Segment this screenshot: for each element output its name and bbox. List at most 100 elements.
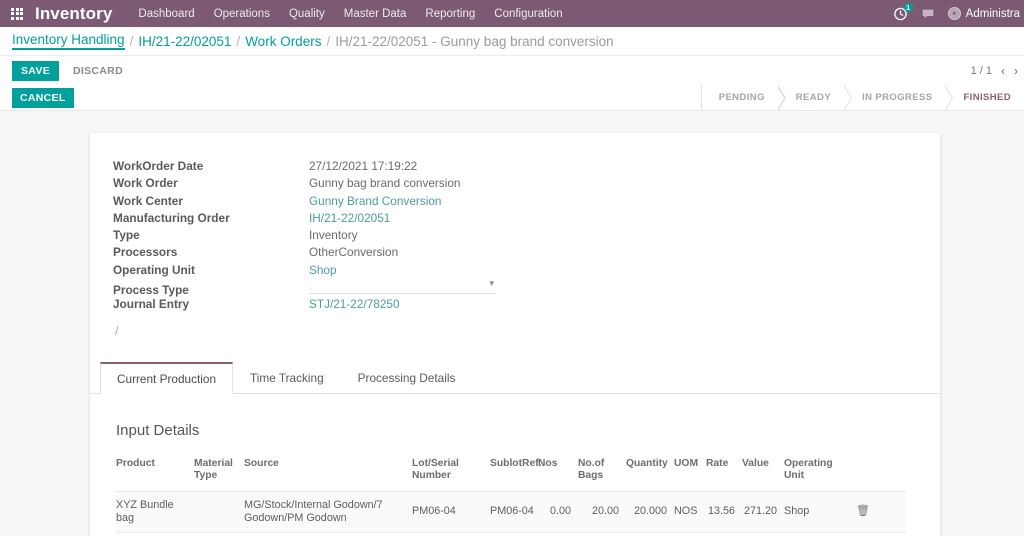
discard-button[interactable]: DISCARD [73, 65, 123, 77]
cell-source: MG/Stock/Internal Godown/7 Godown/PM God… [244, 491, 412, 533]
status-step-finished[interactable]: FINISHED [945, 85, 1024, 110]
user-name-label: Administra [965, 7, 1020, 20]
field-work-order: Work Order Gunny bag brand conversion [113, 176, 940, 193]
pager-count: 1 / 1 [970, 64, 992, 77]
chevron-right-icon[interactable]: › [1014, 65, 1018, 77]
user-avatar-icon: ● [947, 7, 961, 20]
field-label: Work Order [113, 176, 178, 191]
field-processors: Processors OtherConversion [113, 245, 940, 262]
field-journal-entry: Journal Entry STJ/21-22/78250 [113, 297, 940, 314]
status-row: CANCEL PENDING READY IN PROGRESS FINISHE… [0, 85, 1024, 111]
field-label: WorkOrder Date [113, 159, 204, 173]
field-label: Manufacturing Order [113, 210, 230, 225]
tab-time-tracking[interactable]: Time Tracking [233, 362, 341, 394]
field-label: Work Center [113, 193, 183, 208]
cancel-button[interactable]: CANCEL [12, 87, 74, 108]
sheet-area: WorkOrder Date 27/12/2021 17:19:22 Work … [0, 111, 1024, 536]
col-material-type: Material Type [194, 455, 244, 492]
menu-item-quality[interactable]: Quality [289, 8, 325, 20]
chat-bubble-icon[interactable] [921, 7, 935, 21]
cell-sublot-ref: PM06-04 [490, 491, 538, 533]
chevron-left-icon[interactable]: ‹ [1001, 65, 1005, 77]
cell-quantity: 20.000 [626, 491, 674, 533]
breadcrumb-item-work-orders[interactable]: Work Orders [245, 34, 321, 49]
field-label: Process Type [113, 283, 189, 298]
user-menu[interactable]: ● Administra [947, 7, 1020, 20]
col-product: Product [116, 455, 194, 492]
col-rate: Rate [706, 455, 742, 492]
breadcrumb-separator: / [129, 33, 134, 49]
field-label: Journal Entry [113, 297, 190, 312]
input-details-table: Product Material Type Source Lot/Serial … [116, 455, 906, 533]
record-pager: 1 / 1 ‹ › [971, 56, 1018, 85]
breadcrumb-separator: / [236, 33, 241, 49]
navbar-right-tools: 1 ● Administra [893, 0, 1020, 27]
clock-activity-icon[interactable]: 1 [893, 3, 913, 21]
field-value-link[interactable]: IH/21-22/02051 [309, 211, 390, 225]
apps-grid-icon[interactable] [11, 7, 23, 20]
field-value: OtherConversion [309, 245, 399, 260]
field-workorder-date: WorkOrder Date 27/12/2021 17:19:22 [113, 159, 940, 176]
record-form-sheet: WorkOrder Date 27/12/2021 17:19:22 Work … [90, 133, 940, 536]
col-lot-serial-number: Lot/Serial Number [412, 455, 490, 492]
col-value: Value [742, 455, 784, 492]
process-type-select[interactable]: ▾ [309, 278, 496, 295]
field-value-link[interactable]: Gunny Brand Conversion [309, 194, 441, 208]
field-value: Gunny bag brand conversion [309, 176, 461, 191]
status-step-pending[interactable]: PENDING [700, 85, 786, 111]
trash-icon[interactable]: 🗑 [856, 505, 870, 517]
trailing-slash-text: / [115, 323, 119, 338]
field-value: 27/12/2021 17:19:22 [309, 159, 418, 173]
chevron-down-icon: ▾ [489, 278, 494, 289]
save-button[interactable]: SAVE [12, 60, 60, 81]
table-header-row: Product Material Type Source Lot/Serial … [116, 455, 906, 492]
status-bar: PENDING READY IN PROGRESS FINISHED [700, 85, 1024, 111]
col-quantity: Quantity [626, 455, 674, 492]
status-step-ready[interactable]: READY [777, 85, 853, 111]
cell-rate: 13.56 [706, 491, 742, 533]
field-label: Operating Unit [113, 262, 195, 277]
col-nos: Nos [538, 455, 578, 492]
menu-item-reporting[interactable]: Reporting [425, 8, 475, 20]
cell-value: 271.20 [742, 491, 784, 533]
field-value: Inventory [309, 228, 358, 243]
activity-count-badge: 1 [903, 3, 913, 12]
breadcrumb-separator: / [326, 33, 331, 49]
col-source: Source [244, 455, 412, 492]
cell-operating-unit: Shop [784, 491, 856, 533]
main-menu: Dashboard Operations Quality Master Data… [138, 8, 562, 20]
cell-product: XYZ Bundle bag [116, 491, 194, 533]
field-manufacturing-order: Manufacturing Order IH/21-22/02051 [113, 211, 940, 228]
breadcrumb-item-manufacturing-order[interactable]: IH/21-22/02051 [138, 34, 231, 49]
tab-current-production[interactable]: Current Production [100, 361, 234, 394]
table-row[interactable]: XYZ Bundle bag MG/Stock/Internal Godown/… [116, 491, 906, 533]
menu-item-dashboard[interactable]: Dashboard [138, 8, 194, 20]
action-bar: SAVE DISCARD 1 / 1 ‹ › [0, 56, 1024, 85]
tab-strip: Current Production Time Tracking Process… [90, 361, 940, 394]
cell-nos: 0.00 [538, 491, 578, 533]
field-value-link[interactable]: STJ/21-22/78250 [309, 297, 400, 311]
field-label: Type [113, 228, 140, 243]
cell-no-of-bags: 20.00 [578, 491, 626, 533]
status-step-in-progress[interactable]: IN PROGRESS [844, 85, 954, 111]
cell-lot-serial-number: PM06-04 [412, 491, 490, 533]
col-operating-unit: Operating Unit [784, 455, 856, 492]
cell-actions: 🗑 [856, 491, 906, 533]
breadcrumb-item-inventory-handling[interactable]: Inventory Handling [12, 32, 125, 50]
field-type: Type Inventory [113, 228, 940, 245]
cell-material-type [194, 491, 244, 533]
top-navbar: Inventory Dashboard Operations Quality M… [0, 0, 1024, 27]
breadcrumb-item-current: IH/21-22/02051 - Gunny bag brand convers… [335, 33, 614, 49]
app-brand-inventory[interactable]: Inventory [35, 4, 112, 24]
breadcrumb: Inventory Handling / IH/21-22/02051 / Wo… [0, 27, 1024, 56]
menu-item-operations[interactable]: Operations [214, 8, 270, 20]
menu-item-configuration[interactable]: Configuration [494, 8, 562, 20]
field-value-link[interactable]: Shop [309, 263, 337, 277]
menu-item-master-data[interactable]: Master Data [344, 8, 407, 20]
col-uom: UOM [674, 455, 706, 492]
form-fields: WorkOrder Date 27/12/2021 17:19:22 Work … [90, 159, 940, 338]
cell-uom: NOS [674, 491, 706, 533]
col-actions [856, 455, 906, 492]
tab-processing-details[interactable]: Processing Details [341, 362, 473, 394]
tab-panel-current-production: Input Details Product Material Type Sour… [90, 394, 940, 536]
